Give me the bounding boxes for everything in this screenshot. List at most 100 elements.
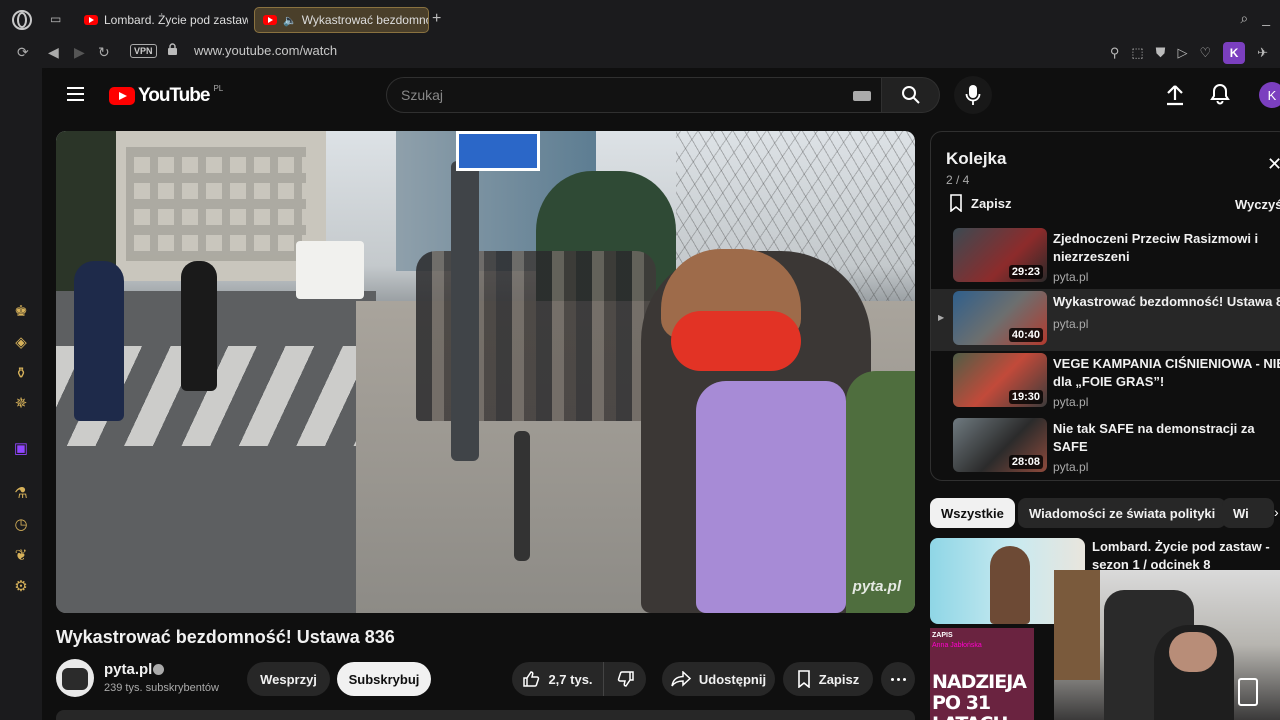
window-controls: ⌕ _ bbox=[1240, 10, 1270, 27]
dislike-button[interactable] bbox=[605, 662, 646, 696]
opera-menu-icon[interactable] bbox=[12, 10, 32, 30]
url-field[interactable]: www.youtube.com/watch bbox=[194, 43, 337, 58]
queue-item-current[interactable]: ▶ 40:40 Wykastrować bezdomność! Ustawa 8… bbox=[931, 289, 1280, 351]
vpn-badge[interactable]: VPN bbox=[130, 44, 157, 58]
youtube-favicon-icon bbox=[263, 15, 277, 25]
lock-icon[interactable] bbox=[167, 43, 178, 56]
shield-icon[interactable]: ⛊ bbox=[1156, 45, 1166, 61]
search-button[interactable] bbox=[882, 77, 940, 113]
profile-avatar[interactable]: K bbox=[1223, 42, 1246, 64]
minimize-icon[interactable]: _ bbox=[1262, 10, 1270, 27]
opera-sidebar: ♚ ◈ ⚱ ✵ ▣ ⚗ ◷ ❦ ⚙ bbox=[0, 68, 42, 720]
forward-icon[interactable]: ▶ bbox=[74, 44, 85, 61]
play-icon[interactable]: ▷ bbox=[1177, 45, 1187, 61]
video-frame-backpack bbox=[696, 381, 846, 613]
queue-title: Kolejka bbox=[946, 149, 1007, 168]
like-button[interactable]: 2,7 tys. bbox=[512, 662, 604, 696]
support-button[interactable]: Wesprzyj bbox=[247, 662, 330, 696]
sidebar-wand-icon[interactable]: ⚗ bbox=[12, 485, 30, 503]
queue-item-title: Nie tak SAFE na demonstracji za SAFE bbox=[1053, 421, 1255, 454]
chip-more[interactable]: Wi bbox=[1222, 498, 1274, 528]
youtube-favicon-icon bbox=[84, 15, 98, 25]
tab-title: Wykastrować bezdomność bbox=[301, 13, 428, 27]
voice-search-button[interactable] bbox=[954, 76, 992, 114]
new-tab-plus-icon[interactable]: + bbox=[432, 10, 441, 28]
queue-item[interactable]: 19:30 VEGE KAMPANIA CIŚNIENIOWA - NIE dl… bbox=[931, 351, 1280, 413]
queue-item-thumbnail: 40:40 bbox=[953, 291, 1047, 345]
video-player[interactable]: pyta.pl bbox=[56, 131, 915, 613]
save-button[interactable]: Zapisz bbox=[783, 662, 873, 696]
video-frame-person bbox=[846, 371, 915, 613]
channel-avatar[interactable] bbox=[56, 659, 94, 697]
extension-pin-icon[interactable]: ✈ bbox=[1257, 45, 1268, 61]
extensions-bar: ⚲ ⬚ ⛊ ▷ ♡ K ✈ bbox=[1110, 42, 1268, 64]
recommendation-thumbnail[interactable]: ZAPIS Anna Jabłońska NADZIEJA PO 31 LATA… bbox=[930, 628, 1034, 720]
queue-save-label: Zapisz bbox=[971, 195, 1012, 211]
youtube-account-avatar[interactable]: K bbox=[1259, 82, 1280, 108]
channel-name[interactable]: pyta.pl bbox=[104, 661, 152, 678]
reload-sync-icon[interactable]: ⟳ bbox=[17, 44, 29, 61]
queue-clear-button[interactable]: Wyczyść bbox=[1235, 197, 1280, 212]
country-code: PL bbox=[213, 83, 224, 93]
expand-icon[interactable] bbox=[1238, 678, 1258, 706]
heart-icon[interactable]: ♡ bbox=[1199, 45, 1211, 61]
tab-current-video[interactable]: 🔈 Wykastrować bezdomność bbox=[254, 7, 429, 33]
upload-icon[interactable] bbox=[1165, 84, 1185, 106]
speaker-icon[interactable]: 🔈 bbox=[283, 14, 297, 27]
queue-item[interactable]: 28:08 Nie tak SAFE na demonstracji za SA… bbox=[931, 416, 1280, 478]
keyboard-icon[interactable] bbox=[853, 91, 871, 101]
subscribe-label: Subskrybuj bbox=[348, 671, 420, 687]
like-count: 2,7 tys. bbox=[548, 671, 593, 687]
queue-item[interactable]: 29:23 Zjednoczeni Przeciw Rasizmowi i ni… bbox=[931, 226, 1280, 288]
video-frame-pole bbox=[451, 161, 479, 461]
sidebar-settings-icon[interactable]: ⚙ bbox=[12, 578, 30, 596]
sidebar-compass-icon[interactable]: ◈ bbox=[12, 334, 30, 352]
back-icon[interactable]: ◀ bbox=[48, 44, 59, 61]
snapshot-icon[interactable]: ⬚ bbox=[1131, 45, 1143, 61]
sidebar-chess-icon[interactable]: ♚ bbox=[12, 303, 30, 321]
tab-lombard[interactable]: Lombard. Życie pod zastaw bbox=[76, 7, 248, 33]
video-frame-building bbox=[106, 131, 326, 281]
share-label: Udostępnij bbox=[698, 671, 767, 687]
search-tabs-icon[interactable]: ⌕ bbox=[1240, 10, 1248, 27]
thumbs-down-icon bbox=[617, 671, 634, 687]
queue-item-channel: pyta.pl bbox=[1053, 395, 1089, 409]
reload-icon[interactable]: ↻ bbox=[98, 44, 110, 61]
video-frame-sign bbox=[456, 131, 540, 171]
queue-item-duration: 40:40 bbox=[1008, 328, 1043, 342]
support-label: Wesprzyj bbox=[260, 671, 317, 687]
pin-icon[interactable]: ⚲ bbox=[1110, 45, 1120, 61]
queue-save-button[interactable]: Zapisz bbox=[949, 194, 1011, 212]
search-icon bbox=[901, 86, 920, 104]
chip-politics-news[interactable]: Wiadomości ze świata polityki bbox=[1018, 498, 1227, 528]
verified-check-icon bbox=[153, 664, 164, 675]
close-icon[interactable]: ✕ bbox=[1267, 154, 1280, 175]
sidebar-star-icon[interactable]: ✵ bbox=[12, 395, 30, 413]
webcam-face bbox=[1169, 632, 1217, 672]
thumbnail-person bbox=[990, 546, 1030, 624]
menu-hamburger-icon[interactable] bbox=[67, 87, 84, 101]
sidebar-pot-icon[interactable]: ⚱ bbox=[12, 365, 30, 383]
chip-all[interactable]: Wszystkie bbox=[930, 498, 1015, 528]
video-title: Wykastrować bezdomność! Ustawa 836 bbox=[56, 627, 395, 647]
sidebar-apple-icon[interactable]: ❦ bbox=[12, 547, 30, 565]
youtube-logo[interactable]: YouTube PL bbox=[109, 83, 224, 107]
tab-snap-icon[interactable]: ▭ bbox=[50, 12, 66, 26]
description-box[interactable] bbox=[56, 710, 915, 720]
save-label: Zapisz bbox=[818, 671, 860, 687]
queue-item-channel: pyta.pl bbox=[1053, 317, 1089, 331]
sidebar-twitch-icon[interactable]: ▣ bbox=[12, 440, 30, 458]
share-button[interactable]: Udostępnij bbox=[662, 662, 775, 696]
thumbs-up-icon bbox=[523, 671, 540, 687]
video-frame-person bbox=[181, 261, 217, 391]
more-actions-button[interactable] bbox=[881, 662, 915, 696]
browser-top-bar: ▭ Lombard. Życie pod zastaw 🔈 Wykastrowa… bbox=[0, 0, 1280, 68]
notifications-bell-icon[interactable] bbox=[1210, 83, 1230, 105]
subscribe-button[interactable]: Subskrybuj bbox=[337, 662, 431, 696]
address-bar bbox=[0, 38, 1280, 68]
chevron-right-icon[interactable]: › bbox=[1274, 504, 1279, 520]
sidebar-history-icon[interactable]: ◷ bbox=[12, 516, 30, 534]
recommendation-title[interactable]: Lombard. Życie pod zastaw - sezon 1 / od… bbox=[1092, 538, 1280, 574]
search-input[interactable]: Szukaj bbox=[386, 77, 882, 113]
queue-item-title: Zjednoczeni Przeciw Rasizmowi i niezrzes… bbox=[1053, 231, 1259, 264]
